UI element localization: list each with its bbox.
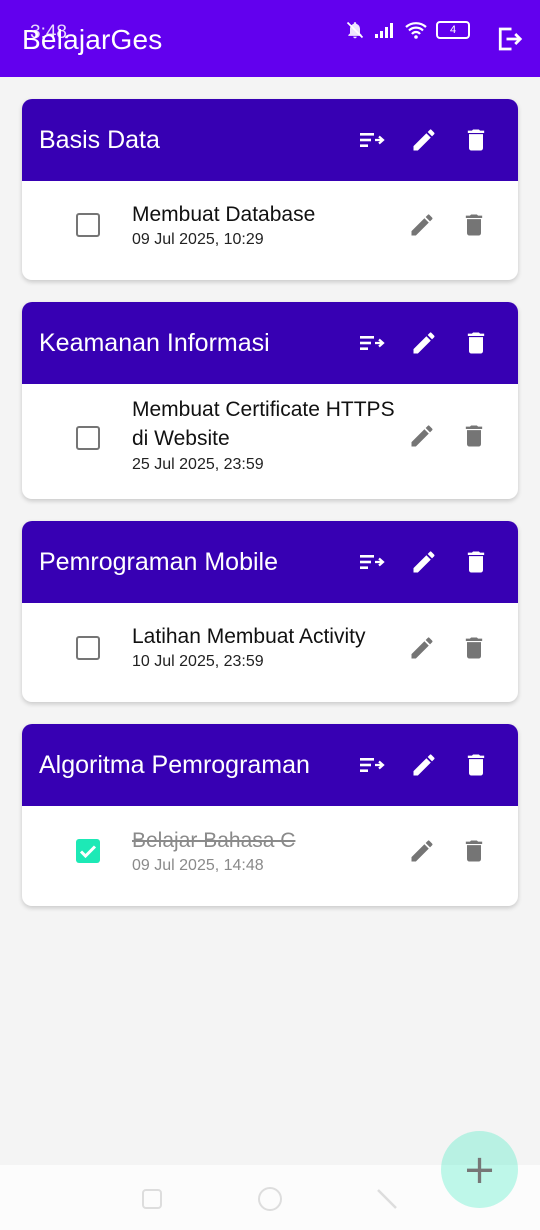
delete-icon[interactable] xyxy=(460,422,488,450)
task-checkbox[interactable] xyxy=(76,213,100,237)
course-title: Pemrograman Mobile xyxy=(39,548,278,576)
task-checkbox[interactable] xyxy=(76,426,100,450)
edit-icon[interactable] xyxy=(410,750,438,780)
plus-icon: + xyxy=(462,1146,497,1193)
sort-icon[interactable] xyxy=(358,547,386,577)
sort-icon[interactable] xyxy=(358,125,386,155)
task-date: 25 Jul 2025, 23:59 xyxy=(132,456,264,473)
battery-level: 4 xyxy=(449,24,457,36)
wifi-icon xyxy=(405,22,427,39)
app-bar: 3:48 BelajarGes 4 xyxy=(0,0,540,77)
course-title: Keamanan Informasi xyxy=(39,329,270,357)
check-icon xyxy=(79,845,97,859)
course-title: Algoritma Pemrograman xyxy=(39,751,310,779)
delete-icon[interactable] xyxy=(460,837,488,865)
delete-icon[interactable] xyxy=(462,125,490,155)
task-date: 09 Jul 2025, 10:29 xyxy=(132,231,264,248)
mute-icon xyxy=(346,21,364,39)
edit-icon[interactable] xyxy=(410,125,438,155)
edit-icon[interactable] xyxy=(408,422,436,450)
course-card: Pemrograman Mobile Latihan Membuat Activ… xyxy=(22,521,518,702)
course-card: Keamanan Informasi Membuat Certificate H… xyxy=(22,302,518,499)
edit-icon[interactable] xyxy=(408,837,436,865)
delete-icon[interactable] xyxy=(462,328,490,358)
delete-icon[interactable] xyxy=(462,547,490,577)
edit-icon[interactable] xyxy=(410,328,438,358)
back-icon[interactable] xyxy=(376,1188,398,1210)
battery-icon: 4 xyxy=(436,21,470,39)
signal-icon xyxy=(375,23,393,38)
task-checkbox[interactable] xyxy=(76,636,100,660)
task-title: Latihan Membuat Activity xyxy=(132,625,366,648)
course-card: Basis Data Membuat Database 09 Jul 2025,… xyxy=(22,99,518,280)
add-task-button[interactable]: + xyxy=(441,1131,518,1208)
logout-icon[interactable] xyxy=(494,24,524,54)
course-header: Basis Data xyxy=(22,99,518,181)
task-title: Membuat Database xyxy=(132,203,316,226)
course-title: Basis Data xyxy=(39,126,160,154)
app-title: BelajarGes xyxy=(22,24,163,55)
course-card: Algoritma Pemrograman Belajar Bahasa C 0… xyxy=(22,724,518,906)
course-header: Keamanan Informasi xyxy=(22,302,518,384)
edit-icon[interactable] xyxy=(408,634,436,662)
delete-icon[interactable] xyxy=(462,750,490,780)
task-date: 09 Jul 2025, 14:48 xyxy=(132,857,264,874)
task-checkbox-checked[interactable] xyxy=(76,839,100,863)
task-date: 10 Jul 2025, 23:59 xyxy=(132,653,264,670)
recents-button[interactable] xyxy=(142,1189,162,1209)
task-title: Membuat Certificate HTTPS di Website xyxy=(132,398,395,450)
course-header: Pemrograman Mobile xyxy=(22,521,518,603)
status-icons: 4 xyxy=(344,20,470,40)
delete-icon[interactable] xyxy=(460,211,488,239)
sort-icon[interactable] xyxy=(358,750,386,780)
task-title: Belajar Bahasa C xyxy=(132,829,296,852)
delete-icon[interactable] xyxy=(460,634,488,662)
sort-icon[interactable] xyxy=(358,328,386,358)
edit-icon[interactable] xyxy=(408,211,436,239)
home-button[interactable] xyxy=(258,1187,282,1211)
course-header: Algoritma Pemrograman xyxy=(22,724,518,806)
edit-icon[interactable] xyxy=(410,547,438,577)
